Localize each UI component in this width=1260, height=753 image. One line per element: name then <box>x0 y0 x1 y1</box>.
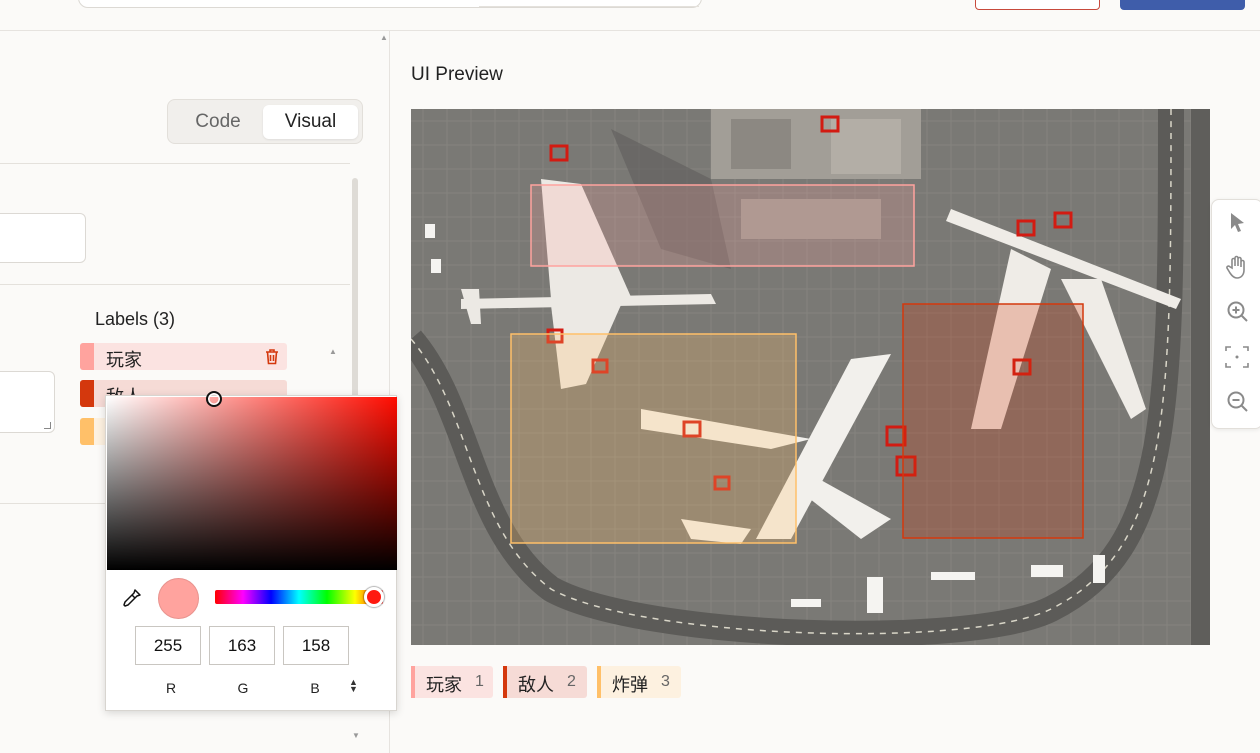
label-name: 玩家 <box>106 350 142 370</box>
secondary-action-button[interactable] <box>975 0 1100 10</box>
top-bar <box>0 0 1260 31</box>
legend-name: 敌人 <box>518 675 554 695</box>
search-input-inner <box>479 0 699 7</box>
search-input[interactable] <box>78 0 702 8</box>
trash-icon[interactable] <box>264 348 280 365</box>
legend-count: 1 <box>475 673 484 690</box>
labels-title: Labels (3) <box>95 309 176 329</box>
scroll-up-arrow[interactable]: ▲ <box>380 33 388 42</box>
saturation-handle[interactable] <box>206 391 222 407</box>
red-input[interactable]: 255 <box>135 626 201 665</box>
hue-slider[interactable] <box>215 590 383 604</box>
legend-item[interactable]: 玩家 1 <box>411 666 493 698</box>
preview-image[interactable] <box>411 109 1210 645</box>
green-label: G <box>237 680 249 696</box>
legend-color-bar <box>503 666 507 698</box>
hand-pan-icon[interactable] <box>1224 254 1250 280</box>
hue-slider-handle[interactable] <box>364 587 384 607</box>
visual-tab[interactable]: Visual <box>263 105 358 139</box>
label-item[interactable]: 玩家 <box>80 343 287 370</box>
text-field[interactable] <box>0 213 86 263</box>
legend-color-bar <box>411 666 415 698</box>
labels-scroll-up-arrow[interactable]: ▲ <box>329 347 337 356</box>
format-toggle-icon[interactable]: ▲ ▼ <box>349 678 358 694</box>
preview-title: UI Preview <box>411 64 503 85</box>
zoom-in-icon[interactable] <box>1224 299 1250 325</box>
label-color-bar[interactable] <box>80 343 94 370</box>
divider <box>0 284 350 285</box>
color-swatch <box>158 578 199 619</box>
legend-name: 炸弹 <box>612 675 648 695</box>
code-tab[interactable]: Code <box>173 105 263 139</box>
color-picker: 255 163 158 R G B ▲ ▼ <box>105 391 397 711</box>
blue-label: B <box>310 680 320 696</box>
green-input[interactable]: 163 <box>209 626 275 665</box>
saturation-area[interactable] <box>107 391 397 570</box>
legend-count: 2 <box>567 673 576 690</box>
zoom-out-icon[interactable] <box>1224 389 1250 415</box>
view-toggle: Code Visual <box>167 99 363 144</box>
canvas-toolbar <box>1211 199 1260 429</box>
red-label: R <box>165 680 177 696</box>
legend-item[interactable]: 炸弹 3 <box>597 666 681 698</box>
eyedropper-icon[interactable] <box>121 587 143 609</box>
legend-item[interactable]: 敌人 2 <box>503 666 587 698</box>
legend-count: 3 <box>661 673 670 690</box>
resize-handle-icon[interactable] <box>44 422 51 429</box>
legend-name: 玩家 <box>426 675 462 695</box>
scroll-down-arrow[interactable]: ▼ <box>352 731 360 740</box>
cursor-icon[interactable] <box>1224 209 1250 235</box>
fit-screen-icon[interactable] <box>1224 344 1250 370</box>
label-color-bar[interactable] <box>80 380 94 407</box>
divider <box>0 163 350 164</box>
primary-action-button[interactable] <box>1120 0 1245 10</box>
legend-color-bar <box>597 666 601 698</box>
textarea[interactable] <box>0 371 55 433</box>
blue-input[interactable]: 158 <box>283 626 349 665</box>
airport-aerial-image <box>411 109 1210 645</box>
label-color-bar[interactable] <box>80 418 94 445</box>
